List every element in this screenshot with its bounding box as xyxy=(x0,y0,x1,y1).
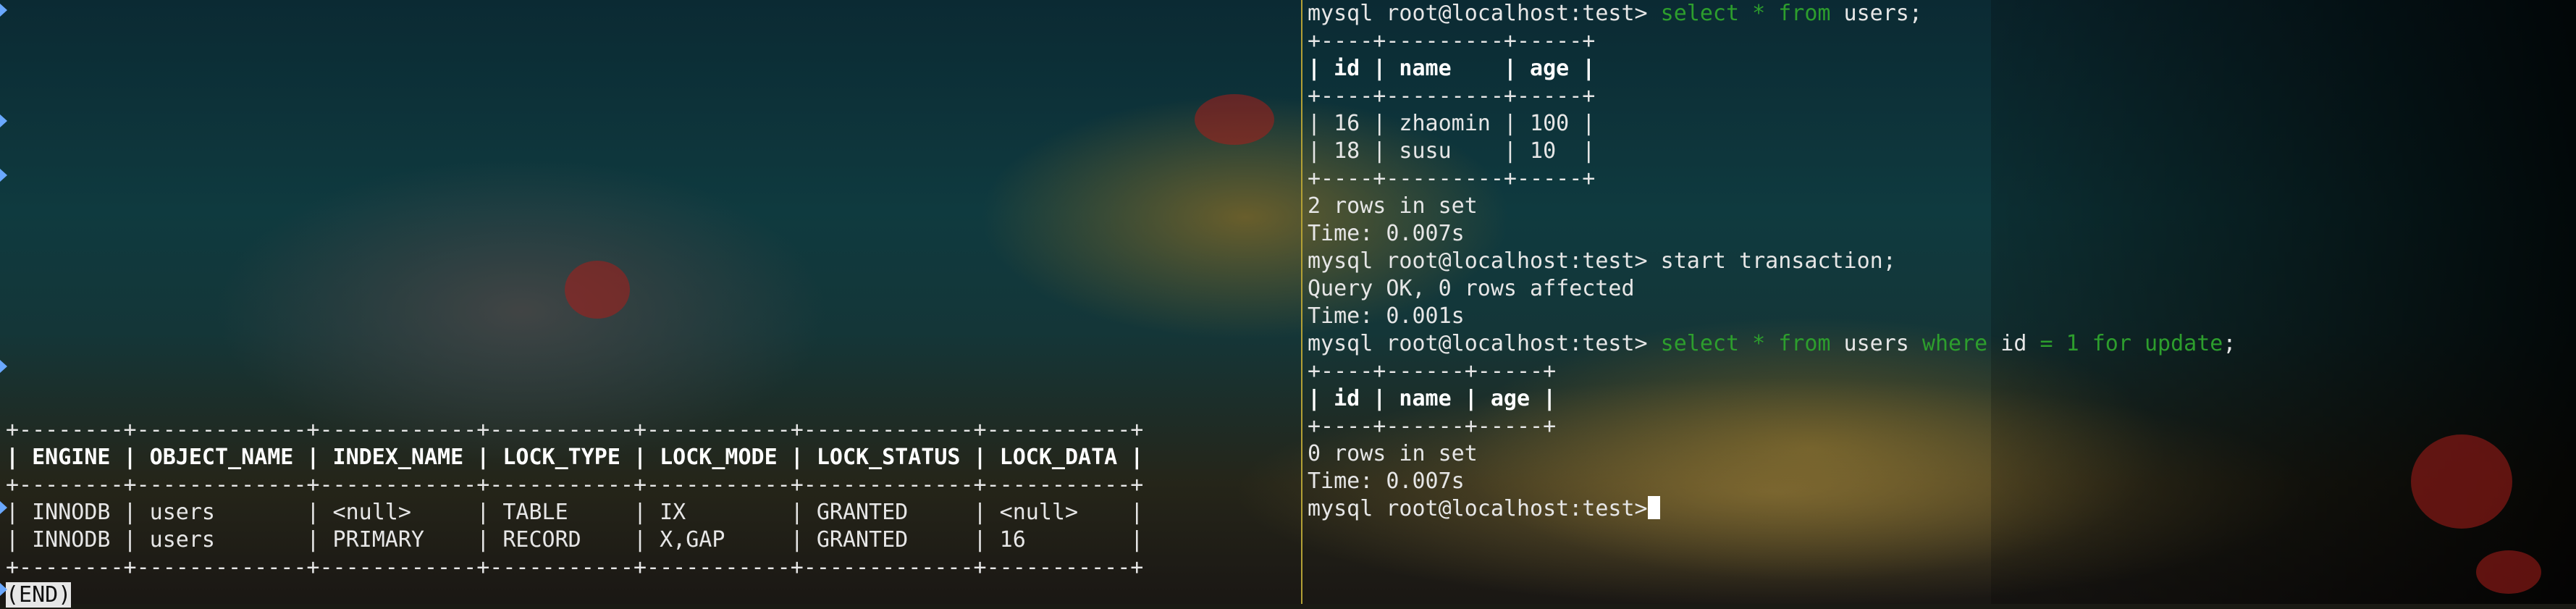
users-table-row: | 16 | zhaomin | 100 | xyxy=(1308,111,1596,136)
prompt: mysql root@localhost:test> xyxy=(1308,331,1648,356)
users-table-border: +----+---------+-----+ xyxy=(1308,83,1596,109)
result-text: Query OK, 0 rows affected xyxy=(1308,276,1635,301)
lock-table-border: +--------+-------------+------------+---… xyxy=(6,472,1144,497)
time-text: Time: 0.007s xyxy=(1308,469,1465,494)
users-table-border: +----+---------+-----+ xyxy=(1308,166,1596,191)
empty-table-border: +----+------+-----+ xyxy=(1308,358,1557,384)
empty-table-border: +----+------+-----+ xyxy=(1308,413,1557,439)
pane-divider[interactable] xyxy=(1301,0,1302,604)
lock-table-border: +--------+-------------+------------+---… xyxy=(6,417,1144,442)
prompt: mysql root@localhost:test> xyxy=(1308,1,1648,26)
users-table-row: | 18 | susu | 10 | xyxy=(1308,138,1596,164)
result-text: 2 rows in set xyxy=(1308,193,1478,219)
terminal-pane-left[interactable]: +--------+-------------+------------+---… xyxy=(6,416,1143,609)
time-text: Time: 0.001s xyxy=(1308,303,1465,329)
prompt: mysql root@localhost:test> xyxy=(1308,248,1648,274)
lock-table-row: | INNODB | users | <null> | TABLE | IX |… xyxy=(6,500,1144,525)
empty-table-header: | id | name | age | xyxy=(1308,386,1557,411)
lock-table-row: | INNODB | users | PRIMARY | RECORD | X,… xyxy=(6,527,1144,553)
terminal-pane-right[interactable]: mysql root@localhost:test> select * from… xyxy=(1308,0,2236,523)
time-text: Time: 0.007s xyxy=(1308,221,1465,246)
command-line: mysql root@localhost:test> xyxy=(1308,495,2236,523)
users-table-border: +----+---------+-----+ xyxy=(1308,28,1596,54)
users-table-header: | id | name | age | xyxy=(1308,56,1596,81)
command-line: mysql root@localhost:test> select * from… xyxy=(1308,331,2236,356)
lock-table-header: | ENGINE | OBJECT_NAME | INDEX_NAME | LO… xyxy=(6,445,1144,470)
result-text: 0 rows in set xyxy=(1308,441,1478,466)
lock-table-border: +--------+-------------+------------+---… xyxy=(6,555,1144,580)
command-line: mysql root@localhost:test> start transac… xyxy=(1308,248,1896,274)
text-cursor[interactable] xyxy=(1647,496,1660,519)
prompt: mysql root@localhost:test> xyxy=(1308,496,1648,521)
command-line: mysql root@localhost:test> select * from… xyxy=(1308,1,1922,26)
